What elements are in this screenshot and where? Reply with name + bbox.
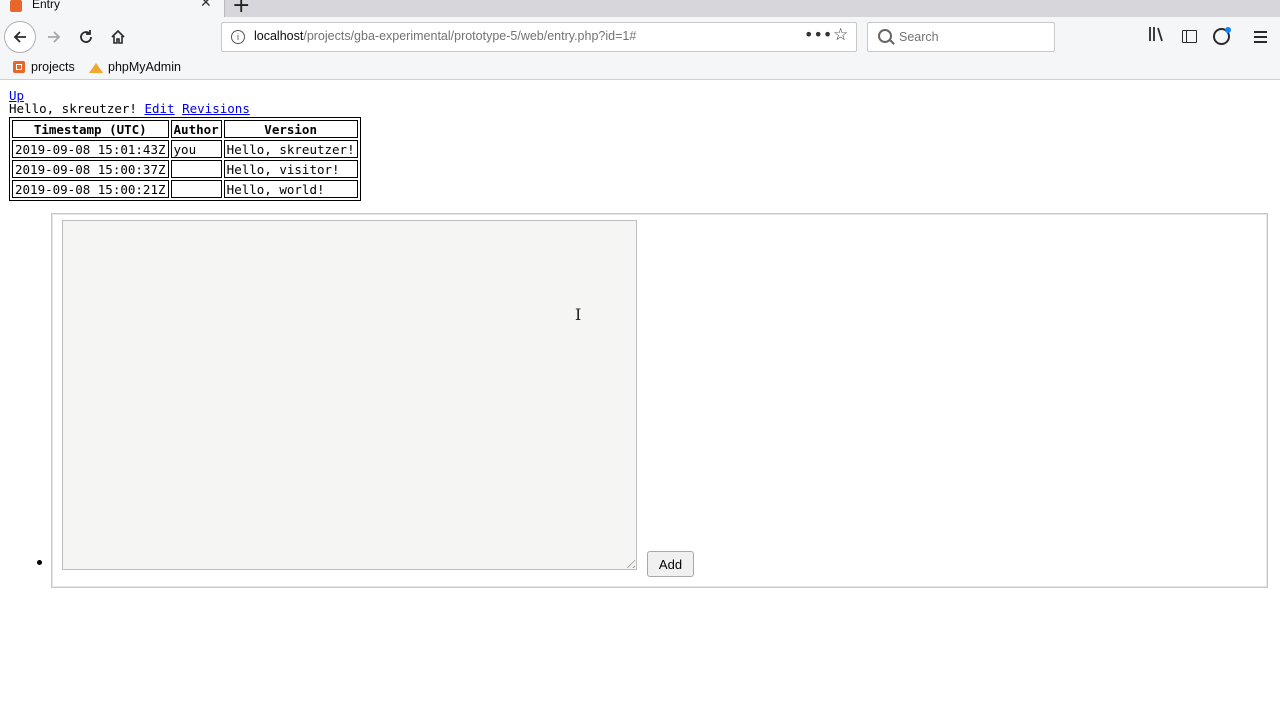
forward-button[interactable] — [38, 21, 70, 53]
greeting-line: Hello, skreutzer! Edit Revisions — [9, 101, 250, 116]
cell-author — [170, 160, 222, 178]
home-button[interactable] — [102, 21, 134, 53]
url-host: localhost — [254, 29, 304, 43]
header-author: Author — [170, 120, 222, 138]
revisions-link[interactable]: Revisions — [182, 101, 250, 116]
bookmark-projects-label: projects — [31, 60, 75, 74]
cell-author: you — [170, 140, 222, 158]
reload-icon — [80, 30, 92, 43]
more-icon[interactable]: ••• — [804, 25, 832, 44]
info-icon[interactable]: i — [231, 30, 245, 44]
back-arrow-icon — [13, 31, 26, 43]
greeting-text: Hello, skreutzer! — [9, 101, 137, 116]
account-icon[interactable] — [1211, 26, 1231, 46]
table-header-row: Timestamp (UTC) Author Version — [12, 120, 358, 138]
header-timestamp: Timestamp (UTC) — [12, 120, 169, 138]
cell-timestamp: 2019-09-08 15:00:37Z — [12, 160, 169, 178]
text-cursor-icon: I — [575, 305, 582, 324]
cell-version: Hello, skreutzer! — [223, 140, 358, 158]
home-icon — [111, 29, 125, 44]
tab-entry[interactable]: Entry ✕ — [0, 0, 225, 17]
bookmark-phpmyadmin-label: phpMyAdmin — [108, 60, 181, 74]
url-path: /projects/gba-experimental/prototype-5/w… — [303, 29, 637, 43]
revisions-table: Timestamp (UTC) Author Version 2019-09-0… — [9, 117, 361, 201]
tab-title: Entry — [32, 0, 61, 11]
url-text[interactable]: localhost/projects/gba-experimental/prot… — [254, 29, 636, 43]
library-icon[interactable] — [1147, 26, 1167, 46]
page-content: Up Hello, skreutzer! Edit Revisions Time… — [0, 80, 1280, 720]
projects-icon — [13, 61, 25, 73]
cell-author — [170, 180, 222, 198]
list-bullet — [37, 560, 42, 565]
forward-arrow-icon — [48, 31, 61, 43]
cell-timestamp: 2019-09-08 15:00:21Z — [12, 180, 169, 198]
bookmark-projects[interactable]: projects — [13, 60, 75, 74]
page-favicon-icon — [10, 0, 22, 12]
cell-timestamp: 2019-09-08 15:01:43Z — [12, 140, 169, 158]
close-tab-icon[interactable]: ✕ — [200, 0, 212, 11]
bookmarks-toolbar: projects phpMyAdmin — [0, 57, 1280, 80]
entry-textarea[interactable] — [62, 220, 637, 570]
phpmyadmin-icon — [89, 61, 103, 73]
table-row: 2019-09-08 15:01:43Z you Hello, skreutze… — [12, 140, 358, 158]
new-tab-button[interactable]: + — [232, 0, 250, 17]
reload-button[interactable] — [70, 21, 102, 53]
tab-strip: Entry ✕ + — [0, 0, 1280, 17]
search-icon — [878, 29, 892, 43]
table-row: 2019-09-08 15:00:21Z Hello, world! — [12, 180, 358, 198]
bookmark-phpmyadmin[interactable]: phpMyAdmin — [89, 60, 181, 74]
search-placeholder: Search — [899, 30, 939, 44]
sidebar-icon[interactable] — [1179, 26, 1199, 46]
menu-icon[interactable] — [1250, 26, 1270, 46]
search-bar[interactable]: Search — [867, 22, 1055, 52]
bookmark-star-icon[interactable]: ☆ — [833, 25, 848, 45]
back-button[interactable] — [4, 21, 36, 53]
table-row: 2019-09-08 15:00:37Z Hello, visitor! — [12, 160, 358, 178]
navigation-toolbar: i localhost/projects/gba-experimental/pr… — [0, 17, 1280, 57]
edit-link[interactable]: Edit — [144, 101, 174, 116]
cell-version: Hello, visitor! — [223, 160, 358, 178]
cell-version: Hello, world! — [223, 180, 358, 198]
header-version: Version — [223, 120, 358, 138]
add-button[interactable]: Add — [647, 551, 694, 577]
address-bar[interactable]: i localhost/projects/gba-experimental/pr… — [221, 22, 857, 52]
